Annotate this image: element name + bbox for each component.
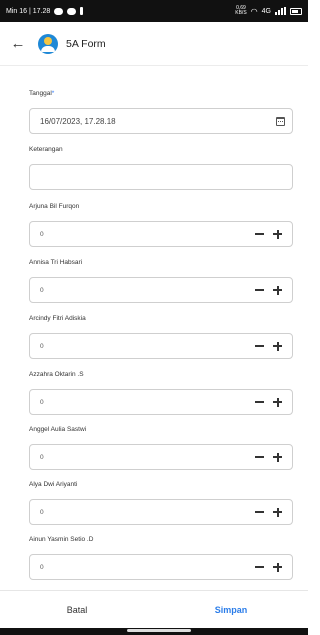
quantity-stepper[interactable]: 0 <box>29 499 293 525</box>
home-gesture-handle[interactable] <box>127 629 191 632</box>
note-field-group: Keterangan <box>29 144 293 190</box>
status-right: 0,69 KB/S ◠ 4G <box>235 6 302 16</box>
bottom-action-bar: Batal Simpan <box>0 590 308 628</box>
stepper-controls <box>255 397 282 407</box>
plus-icon[interactable] <box>273 229 282 239</box>
quantity-stepper[interactable]: 0 <box>29 221 293 247</box>
quantity-stepper[interactable]: 0 <box>29 444 293 470</box>
wifi-icon: ◠ <box>250 6 258 16</box>
net-speed: 0,69 KB/S <box>235 6 246 16</box>
student-field-6: Ainun Yasmin Setio .D 0 <box>29 534 293 580</box>
student-name-label: Arcindy Fitri Adiskia <box>29 315 86 322</box>
quantity-stepper[interactable]: 0 <box>29 554 293 580</box>
student-field-2: Arcindy Fitri Adiskia 0 <box>29 313 293 359</box>
quantity-stepper[interactable]: 0 <box>29 277 293 303</box>
plus-icon[interactable] <box>273 562 282 572</box>
phone-notification-icon <box>80 7 84 15</box>
minus-icon[interactable] <box>255 289 264 291</box>
page-title: 5A Form <box>66 37 106 50</box>
plus-icon[interactable] <box>273 507 282 517</box>
stepper-value: 0 <box>40 453 44 461</box>
chat-notification-icon <box>54 7 64 15</box>
plus-icon[interactable] <box>273 397 282 407</box>
app-bar: ← 5A Form <box>0 22 308 66</box>
system-nav-bar <box>0 628 308 635</box>
back-arrow-icon[interactable]: ← <box>8 34 28 54</box>
stepper-controls <box>255 507 282 517</box>
stepper-controls <box>255 285 282 295</box>
student-field-0: Arjuna Bil Furqon 0 <box>29 201 293 247</box>
status-time: Min 16 | 17.28 <box>6 7 51 15</box>
network-type: 4G <box>261 7 271 15</box>
plus-icon[interactable] <box>273 452 282 462</box>
student-field-3: Azzahra Oktarin .S 0 <box>29 369 293 415</box>
stepper-value: 0 <box>40 230 44 238</box>
calendar-icon[interactable] <box>276 116 285 126</box>
stepper-controls <box>255 229 282 239</box>
minus-icon[interactable] <box>255 345 264 347</box>
minus-icon[interactable] <box>255 511 264 513</box>
student-field-1: Annisa Tri Habsari 0 <box>29 257 293 303</box>
stepper-value: 0 <box>40 342 44 350</box>
student-name-label: Anggel Aulia Sastwi <box>29 426 87 433</box>
minus-icon[interactable] <box>255 566 264 568</box>
battery-icon <box>290 7 302 15</box>
stepper-value: 0 <box>40 398 44 406</box>
note-input[interactable] <box>29 164 293 190</box>
stepper-controls <box>255 341 282 351</box>
student-field-5: Alya Dwi Ariyanti 0 <box>29 479 293 525</box>
student-name-label: Ainun Yasmin Setio .D <box>29 536 94 543</box>
message-notification-icon <box>67 7 77 15</box>
student-name-label: Arjuna Bil Furqon <box>29 203 80 210</box>
required-mark: * <box>51 90 55 97</box>
student-name-label: Azzahra Oktarin .S <box>29 371 84 378</box>
quantity-stepper[interactable]: 0 <box>29 389 293 415</box>
stepper-controls <box>255 562 282 572</box>
plus-icon[interactable] <box>273 285 282 295</box>
status-bar: Min 16 | 17.28 0,69 KB/S ◠ 4G <box>0 0 308 22</box>
stepper-value: 0 <box>40 508 44 516</box>
student-name-label: Alya Dwi Ariyanti <box>29 481 78 488</box>
student-name-label: Annisa Tri Habsari <box>29 259 83 266</box>
cancel-button[interactable]: Batal <box>0 591 154 628</box>
minus-icon[interactable] <box>255 401 264 403</box>
minus-icon[interactable] <box>255 233 264 235</box>
save-button[interactable]: Simpan <box>154 591 308 628</box>
date-label-text: Tanggal <box>29 90 52 97</box>
minus-icon[interactable] <box>255 456 264 458</box>
student-field-4: Anggel Aulia Sastwi 0 <box>29 424 293 470</box>
stepper-controls <box>255 452 282 462</box>
signal-icon <box>275 7 286 15</box>
app-logo <box>38 33 58 54</box>
plus-icon[interactable] <box>273 341 282 351</box>
stepper-value: 0 <box>40 563 44 571</box>
quantity-stepper[interactable]: 0 <box>29 333 293 359</box>
date-field-group: Tanggal* 16/07/2023, 17.28.18 <box>29 88 293 134</box>
status-left: Min 16 | 17.28 <box>6 7 84 15</box>
date-value: 16/07/2023, 17.28.18 <box>40 116 116 126</box>
net-speed-unit: KB/S <box>235 10 247 16</box>
stepper-value: 0 <box>40 286 44 294</box>
date-field-label: Tanggal* <box>29 88 293 100</box>
note-field-label: Keterangan <box>29 146 63 153</box>
date-field[interactable]: 16/07/2023, 17.28.18 <box>29 108 293 134</box>
